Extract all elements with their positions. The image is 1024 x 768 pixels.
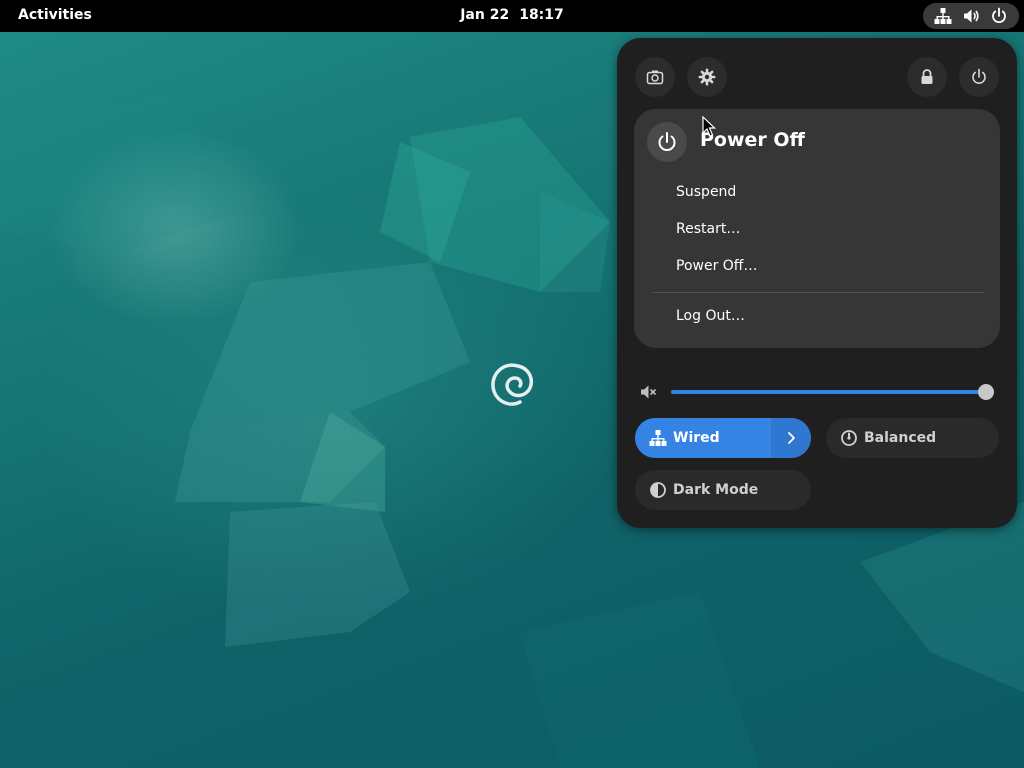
chevron-right-icon xyxy=(788,432,795,444)
power-off-submenu: Power Off Suspend Restart… Power Off… Lo… xyxy=(634,109,1000,348)
power-mode-label: Balanced xyxy=(864,430,937,446)
suspend-menu-item[interactable]: Suspend xyxy=(658,176,978,208)
power-icon xyxy=(992,7,1006,23)
network-wired-icon xyxy=(649,430,667,446)
power-mode-toggle[interactable]: Balanced xyxy=(826,418,999,458)
audio-muted-icon[interactable] xyxy=(639,383,657,401)
clock-date: Jan 22 xyxy=(460,7,510,23)
dark-mode-toggle[interactable]: Dark Mode xyxy=(635,470,811,510)
power-off-menu-item[interactable]: Power Off… xyxy=(658,250,978,282)
settings-button[interactable] xyxy=(687,57,727,97)
screenshot-icon xyxy=(646,70,664,85)
power-button[interactable] xyxy=(959,57,999,97)
wired-toggle[interactable]: Wired xyxy=(635,418,811,458)
dark-mode-label: Dark Mode xyxy=(673,482,759,498)
wired-toggle-label: Wired xyxy=(673,430,720,446)
network-wired-icon xyxy=(934,8,952,24)
wired-submenu-arrow[interactable] xyxy=(771,418,811,458)
top-bar: Activities Jan 22 18:17 xyxy=(0,0,1024,32)
volume-icon xyxy=(964,9,979,23)
clock-button[interactable]: Jan 22 18:17 xyxy=(0,7,1024,23)
lock-icon xyxy=(921,69,933,84)
power-icon xyxy=(972,68,986,84)
restart-menu-item[interactable]: Restart… xyxy=(658,213,978,245)
menu-separator xyxy=(652,292,984,293)
volume-slider-fill xyxy=(671,390,987,394)
screenshot-button[interactable] xyxy=(635,57,675,97)
dark-mode-icon xyxy=(650,482,666,498)
log-out-menu-item[interactable]: Log Out… xyxy=(658,300,978,332)
volume-row xyxy=(635,378,1001,406)
power-profile-balanced-icon xyxy=(841,430,857,446)
power-icon xyxy=(658,132,676,151)
debian-swirl-logo xyxy=(491,363,533,406)
lock-button[interactable] xyxy=(907,57,947,97)
mouse-pointer-icon xyxy=(702,116,716,137)
volume-slider-handle[interactable] xyxy=(978,384,994,400)
volume-slider[interactable] xyxy=(671,390,987,394)
power-menu-header-icon xyxy=(647,122,687,162)
settings-icon xyxy=(698,68,716,86)
quick-settings-menu: Power Off Suspend Restart… Power Off… Lo… xyxy=(617,38,1017,528)
system-status-area[interactable] xyxy=(923,3,1019,29)
clock-time: 18:17 xyxy=(519,7,564,23)
